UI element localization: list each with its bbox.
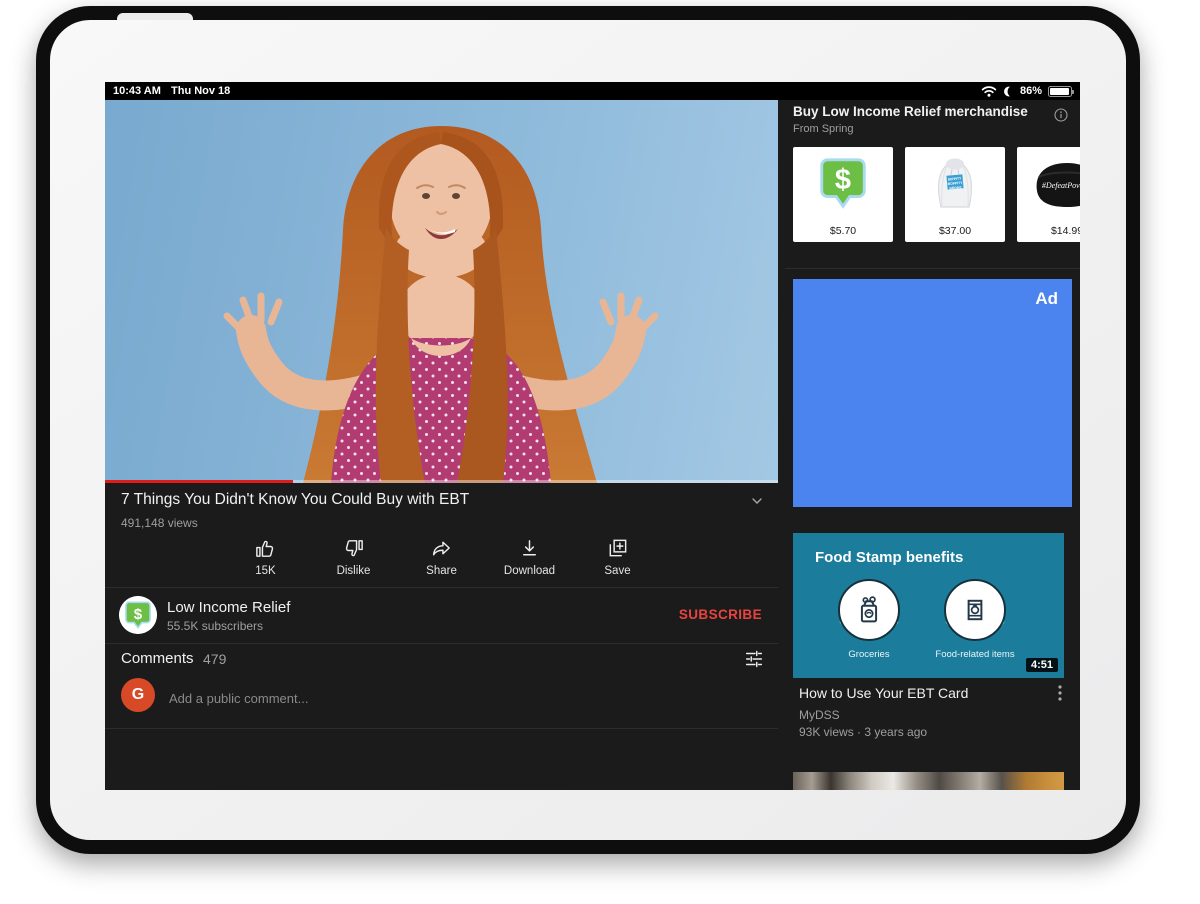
- share-button[interactable]: Share: [412, 534, 472, 588]
- dollar-bubble-logo-icon: $: [119, 596, 157, 634]
- thumbnail-title: Food Stamp benefits: [815, 549, 963, 566]
- user-avatar[interactable]: G: [121, 678, 155, 712]
- dislike-button[interactable]: Dislike: [324, 534, 384, 588]
- info-icon[interactable]: [1053, 107, 1069, 123]
- download-button[interactable]: Download: [500, 534, 560, 588]
- like-count: 15K: [255, 565, 275, 577]
- divider: [105, 587, 778, 588]
- groceries-circle: [838, 579, 900, 641]
- hoodie-image: BIPPITY BOPPITY BROKE: [905, 147, 1005, 219]
- thumbs-down-icon: [342, 537, 365, 560]
- share-label: Share: [426, 565, 457, 577]
- page-background: 10:43 AM Thu Nov 18 86%: [0, 0, 1200, 904]
- chevron-down-icon[interactable]: [749, 493, 765, 509]
- share-arrow-icon: [430, 537, 453, 560]
- status-date: Thu Nov 18: [171, 85, 230, 97]
- channel-subscribers: 55.5K subscribers: [167, 619, 263, 633]
- circle-label: Food-related items: [915, 649, 1035, 660]
- merch-price: $37.00: [905, 225, 1005, 237]
- divider: [105, 643, 778, 644]
- view-count: 491,148 views: [121, 516, 198, 530]
- tablet-screen: 10:43 AM Thu Nov 18 86%: [105, 82, 1080, 790]
- status-time: 10:43 AM: [113, 85, 161, 97]
- status-bar: 10:43 AM Thu Nov 18 86%: [105, 82, 1080, 100]
- duration-badge: 4:51: [1026, 658, 1058, 672]
- next-video-thumbnail-partial[interactable]: [793, 772, 1064, 790]
- related-video-meta: 93K views · 3 years ago: [799, 725, 927, 739]
- ad-banner[interactable]: Ad: [793, 279, 1072, 507]
- circle-label: Groceries: [809, 649, 929, 660]
- wifi-icon: [981, 85, 997, 97]
- fanny-pack-image: #DefeatPoverty: [1017, 147, 1080, 219]
- divider: [785, 268, 1080, 269]
- video-title: 7 Things You Didn't Know You Could Buy w…: [121, 491, 721, 509]
- grocery-bag-icon: [852, 593, 886, 627]
- subscribe-button[interactable]: SUBSCRIBE: [665, 607, 762, 622]
- related-video-channel: MyDSS: [799, 708, 840, 722]
- merch-item-dollar-sticker[interactable]: $ $5.70: [793, 147, 893, 242]
- like-button[interactable]: 15K: [236, 534, 296, 588]
- merch-price: $14.99: [1017, 225, 1080, 237]
- dislike-label: Dislike: [337, 565, 371, 577]
- status-icons: 86%: [981, 84, 1072, 98]
- food-items-circle: [944, 579, 1006, 641]
- merch-price: $5.70: [793, 225, 893, 237]
- divider: [105, 728, 778, 729]
- channel-avatar[interactable]: $: [119, 596, 157, 634]
- merch-title: Buy Low Income Relief merchandise: [793, 104, 1028, 119]
- more-options-icon[interactable]: [1053, 684, 1067, 702]
- merch-item-fanny-pack[interactable]: #DefeatPoverty $14.99: [1017, 147, 1080, 242]
- save-button[interactable]: Save: [588, 534, 648, 588]
- dollar-sticker-image: $: [793, 147, 893, 219]
- svg-text:$: $: [835, 164, 851, 196]
- video-frame-illustration: [105, 100, 778, 483]
- svg-text:#DefeatPoverty: #DefeatPoverty: [1042, 181, 1080, 190]
- save-playlist-icon: [606, 537, 629, 560]
- related-video-thumbnail[interactable]: Food Stamp benefits: [793, 533, 1064, 678]
- comments-count: 479: [203, 651, 226, 667]
- ad-label: Ad: [1035, 289, 1058, 309]
- do-not-disturb-moon-icon: [1003, 86, 1014, 97]
- sort-comments-icon[interactable]: [743, 648, 765, 670]
- download-label: Download: [504, 565, 555, 577]
- battery-icon: [1048, 86, 1072, 97]
- channel-name[interactable]: Low Income Relief: [167, 599, 290, 616]
- download-arrow-icon: [518, 537, 541, 560]
- save-label: Save: [604, 565, 630, 577]
- video-progress-fill: [105, 480, 293, 483]
- comment-input[interactable]: Add a public comment...: [169, 688, 729, 706]
- merch-subtitle: From Spring: [793, 123, 854, 135]
- action-bar: 15K Dislike Share Downl: [105, 534, 778, 588]
- video-player[interactable]: [105, 100, 778, 483]
- related-video-title[interactable]: How to Use Your EBT Card: [799, 685, 1049, 701]
- merch-item-hoodie[interactable]: BIPPITY BOPPITY BROKE $37.00: [905, 147, 1005, 242]
- comments-header: Comments: [121, 650, 194, 667]
- food-box-icon: [958, 593, 992, 627]
- battery-percent: 86%: [1020, 85, 1042, 97]
- svg-text:$: $: [134, 606, 143, 623]
- thumbs-up-icon: [254, 537, 277, 560]
